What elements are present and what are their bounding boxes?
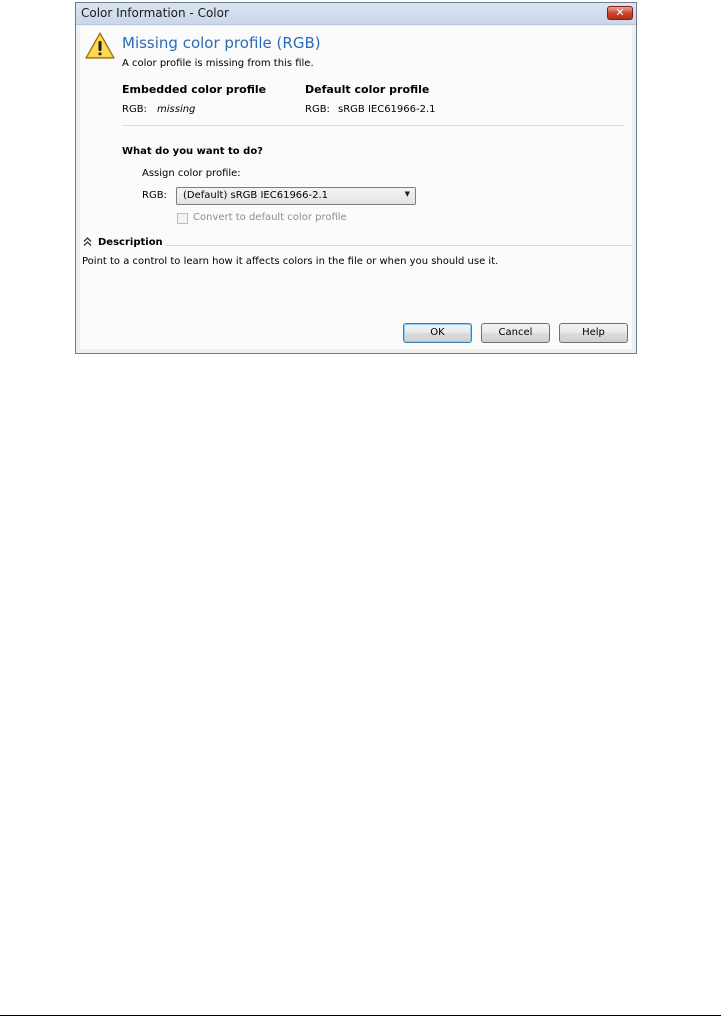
default-rgb-label: RGB: bbox=[305, 104, 330, 115]
dialog-content: Missing color profile (RGB) A color prof… bbox=[80, 26, 632, 349]
embedded-rgb-value: missing bbox=[157, 104, 196, 115]
convert-checkbox[interactable] bbox=[177, 213, 188, 224]
ok-button[interactable]: OK bbox=[403, 323, 472, 343]
description-text: Point to a control to learn how it affec… bbox=[82, 256, 499, 267]
double-chevron-up-icon[interactable] bbox=[80, 237, 94, 249]
section-divider bbox=[122, 125, 624, 126]
warning-icon bbox=[85, 32, 115, 59]
selected-profile: (Default) sRGB IEC61966-2.1 bbox=[183, 190, 329, 201]
description-divider bbox=[166, 245, 632, 246]
page-bottom-rule bbox=[0, 1015, 721, 1016]
title-bar: Color Information - Color ✕ bbox=[76, 3, 636, 25]
assign-profile-label: Assign color profile: bbox=[142, 168, 241, 179]
convert-checkbox-label: Convert to default color profile bbox=[193, 212, 347, 223]
assign-rgb-label: RGB: bbox=[142, 190, 167, 201]
dialog-subtitle: A color profile is missing from this fil… bbox=[122, 58, 314, 69]
cancel-button[interactable]: Cancel bbox=[481, 323, 550, 343]
help-button[interactable]: Help bbox=[559, 323, 628, 343]
description-title: Description bbox=[98, 237, 163, 248]
assign-profile-select[interactable]: (Default) sRGB IEC61966-2.1 ▼ bbox=[176, 187, 416, 205]
dialog-heading: Missing color profile (RGB) bbox=[122, 34, 321, 52]
close-button[interactable]: ✕ bbox=[607, 6, 633, 20]
action-question: What do you want to do? bbox=[122, 146, 263, 157]
embedded-rgb-label: RGB: bbox=[122, 104, 147, 115]
default-profile-heading: Default color profile bbox=[305, 83, 430, 96]
embedded-profile-heading: Embedded color profile bbox=[122, 83, 267, 96]
window-title: Color Information - Color bbox=[81, 6, 229, 20]
dropdown-arrow-icon: ▼ bbox=[404, 190, 410, 198]
color-information-dialog: Color Information - Color ✕ Missing colo… bbox=[75, 2, 637, 354]
default-rgb-value: sRGB IEC61966-2.1 bbox=[338, 104, 436, 115]
